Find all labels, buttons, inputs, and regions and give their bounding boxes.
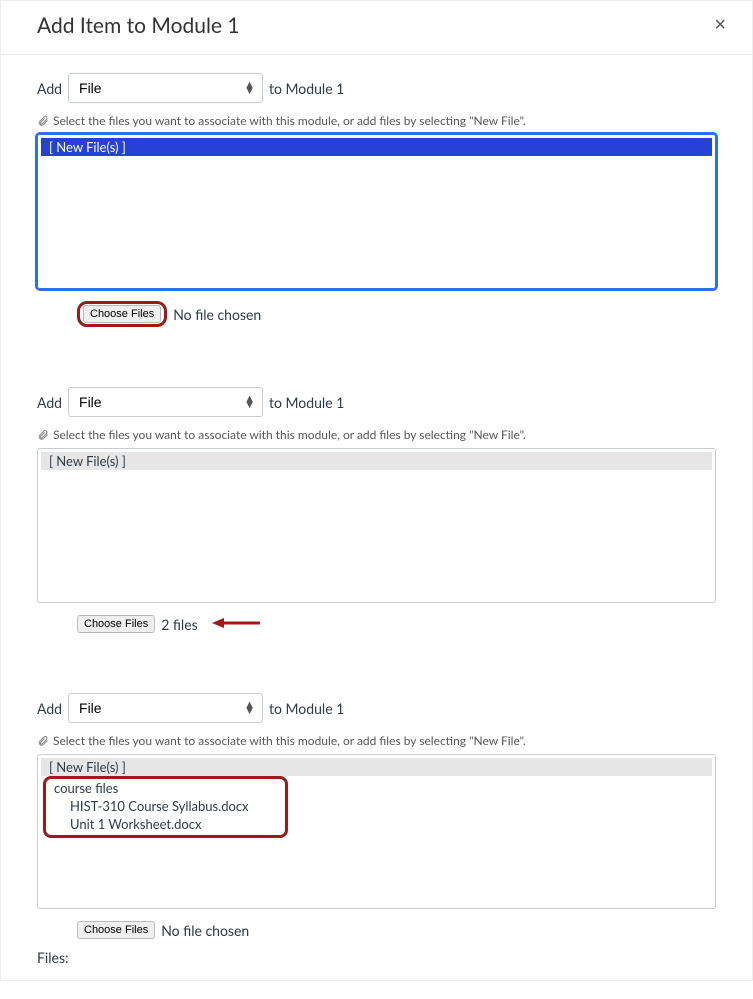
add-label: Add xyxy=(37,700,62,717)
paperclip-icon xyxy=(37,735,49,747)
file-chosen-status: No file chosen xyxy=(173,306,261,323)
item-type-select[interactable]: File xyxy=(68,387,263,417)
to-module-label: to Module 1 xyxy=(269,80,344,97)
paperclip-icon xyxy=(37,115,49,127)
new-file-option[interactable]: [ New File(s) ] xyxy=(41,138,712,156)
add-label: Add xyxy=(37,394,62,411)
annotation-circle: Choose Files xyxy=(77,301,167,327)
file-option[interactable]: HIST-310 Course Syllabus.docx xyxy=(48,797,283,815)
file-list-box[interactable]: [ New File(s) ] course files HIST-310 Co… xyxy=(37,754,716,909)
help-text: Select the files you want to associate w… xyxy=(53,427,526,442)
file-chosen-status: 2 files xyxy=(161,616,197,633)
annotation-arrow xyxy=(212,616,260,633)
to-module-label: to Module 1 xyxy=(269,394,344,411)
close-button[interactable]: × xyxy=(708,14,732,37)
modal-title: Add Item to Module 1 xyxy=(37,13,240,38)
choose-files-button[interactable]: Choose Files xyxy=(83,305,161,323)
paperclip-icon xyxy=(37,429,49,441)
item-type-select[interactable]: File xyxy=(68,73,263,103)
files-label: Files: xyxy=(37,949,716,966)
file-group-label: course files xyxy=(48,779,283,797)
choose-files-button[interactable]: Choose Files xyxy=(77,615,155,633)
add-label: Add xyxy=(37,80,62,97)
file-chosen-status: No file chosen xyxy=(161,922,249,939)
to-module-label: to Module 1 xyxy=(269,700,344,717)
item-type-select[interactable]: File xyxy=(68,693,263,723)
file-list-box[interactable]: [ New File(s) ] xyxy=(37,448,716,603)
choose-files-button[interactable]: Choose Files xyxy=(77,921,155,939)
new-file-option[interactable]: [ New File(s) ] xyxy=(41,758,712,776)
new-file-option[interactable]: [ New File(s) ] xyxy=(41,452,712,470)
annotation-circle: course files HIST-310 Course Syllabus.do… xyxy=(43,776,288,838)
help-text: Select the files you want to associate w… xyxy=(53,113,526,128)
file-option[interactable]: Unit 1 Worksheet.docx xyxy=(48,815,283,833)
help-text: Select the files you want to associate w… xyxy=(53,733,526,748)
file-list-box[interactable]: [ New File(s) ] xyxy=(37,134,716,289)
